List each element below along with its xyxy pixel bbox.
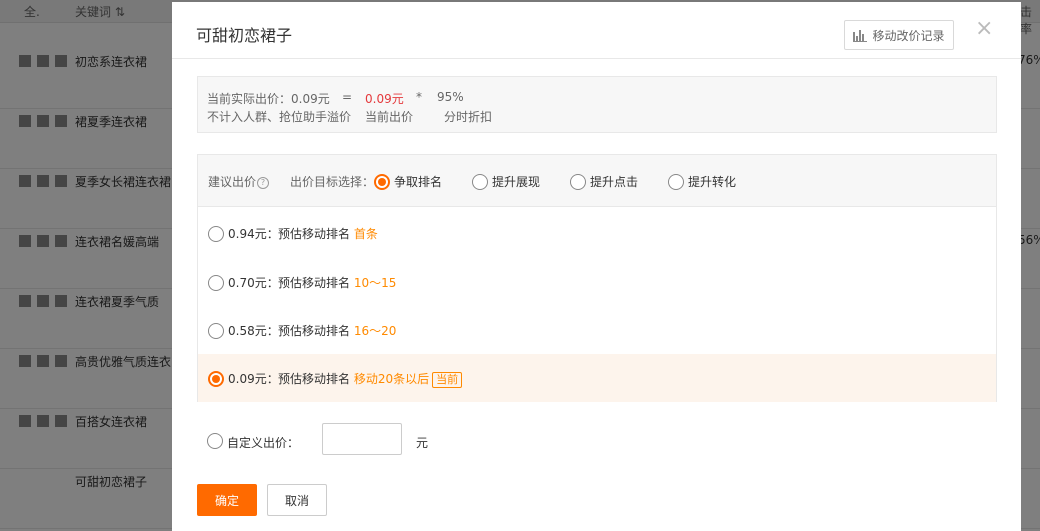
bid-option-row-current[interactable]: 0.09元： 预估移动排名 移动20条以后 当前 — [198, 354, 996, 402]
bid-option-row[interactable]: 0.58元： 预估移动排名 16～20 — [198, 306, 996, 354]
goal-label-conversion[interactable]: 提升转化 — [688, 173, 736, 190]
custom-bid-label: 自定义出价： — [227, 436, 300, 450]
goal-radio-conversion[interactable] — [668, 174, 684, 190]
bid-option-desc: 预估移动排名 移动20条以后 当前 — [278, 370, 463, 388]
custom-bid-input[interactable] — [322, 423, 402, 455]
price-history-label: 移动改价记录 — [872, 28, 945, 43]
bid-option-radio[interactable] — [208, 371, 224, 387]
bid-option-price: 0.70元： — [228, 276, 279, 290]
time-discount-value: 95% — [437, 90, 464, 104]
confirm-button[interactable]: 确定 — [197, 484, 257, 516]
bid-option-radio[interactable] — [208, 275, 224, 291]
bid-option-desc: 预估移动排名 16～20 — [278, 322, 396, 339]
bid-option-price: 0.58元： — [228, 324, 279, 338]
custom-bid-unit: 元 — [416, 436, 429, 450]
modal-title: 可甜初恋裙子 — [196, 26, 293, 45]
bid-option-row[interactable]: 0.70元： 预估移动排名 10～15 — [198, 258, 996, 306]
bid-option-radio[interactable] — [208, 323, 224, 339]
goal-label-clicks[interactable]: 提升点击 — [590, 173, 638, 190]
current-bid-value: 0.09元 — [365, 92, 404, 106]
bid-option-price: 0.94元： — [228, 227, 279, 241]
goal-radio-impressions[interactable] — [472, 174, 488, 190]
custom-bid-radio[interactable] — [207, 433, 223, 449]
bid-option-radio[interactable] — [208, 226, 224, 242]
suggested-bid-label: 建议出价? — [208, 173, 270, 190]
cancel-button[interactable]: 取消 — [267, 484, 327, 516]
bid-modal: 可甜初恋裙子 移动改价记录 × 当前实际出价：0.09元 = 0.09元 * 9… — [172, 2, 1021, 531]
bid-option-rank: 16～20 — [353, 324, 397, 338]
bid-option-desc: 预估移动排名 首条 — [278, 225, 378, 242]
current-bid-caption: 当前出价 — [365, 110, 414, 124]
multiply-sign: * — [416, 90, 422, 104]
bid-option-desc: 预估移动排名 10～15 — [278, 274, 396, 291]
current-badge: 当前 — [432, 372, 463, 388]
actual-bid-label: 当前实际出价：0.09元 — [207, 92, 330, 106]
goal-radio-rank[interactable] — [374, 174, 390, 190]
price-history-button[interactable]: 移动改价记录 — [844, 20, 954, 50]
goal-label-impressions[interactable]: 提升展现 — [492, 173, 540, 190]
bid-option-price: 0.09元： — [228, 372, 279, 386]
bid-option-rank: 移动20条以后 — [353, 372, 430, 386]
goal-label-rank[interactable]: 争取排名 — [394, 173, 442, 190]
bid-option-row[interactable]: 0.94元： 预估移动排名 首条 — [198, 209, 996, 257]
suggested-bid-header: 建议出价? 出价目标选择： 争取排名 提升展现 提升点击 提升转化 — [198, 155, 996, 207]
bar-chart-icon — [853, 29, 868, 42]
premium-note: 不计入人群、抢位助手溢价 — [207, 110, 352, 124]
close-icon[interactable]: × — [975, 18, 993, 40]
goal-radio-clicks[interactable] — [570, 174, 586, 190]
bid-option-desc-text: 预估移动排名 — [278, 227, 351, 241]
bid-option-desc-text: 预估移动排名 — [278, 372, 351, 386]
equals-sign: = — [342, 90, 353, 104]
goal-select-label: 出价目标选择： — [290, 175, 375, 189]
suggested-bid-panel: 建议出价? 出价目标选择： 争取排名 提升展现 提升点击 提升转化 0.94元：… — [197, 154, 997, 402]
bid-option-desc-text: 预估移动排名 — [278, 324, 351, 338]
bid-option-rank: 10～15 — [353, 276, 397, 290]
bid-option-desc-text: 预估移动排名 — [278, 276, 351, 290]
suggested-bid-text: 建议出价 — [208, 175, 257, 189]
time-discount-caption: 分时折扣 — [444, 110, 493, 124]
bid-option-rank: 首条 — [353, 227, 378, 241]
actual-bid-summary: 当前实际出价：0.09元 = 0.09元 * 95% 不计入人群、抢位助手溢价 … — [197, 76, 997, 133]
help-icon[interactable]: ? — [257, 177, 270, 189]
title-divider — [172, 58, 1021, 59]
